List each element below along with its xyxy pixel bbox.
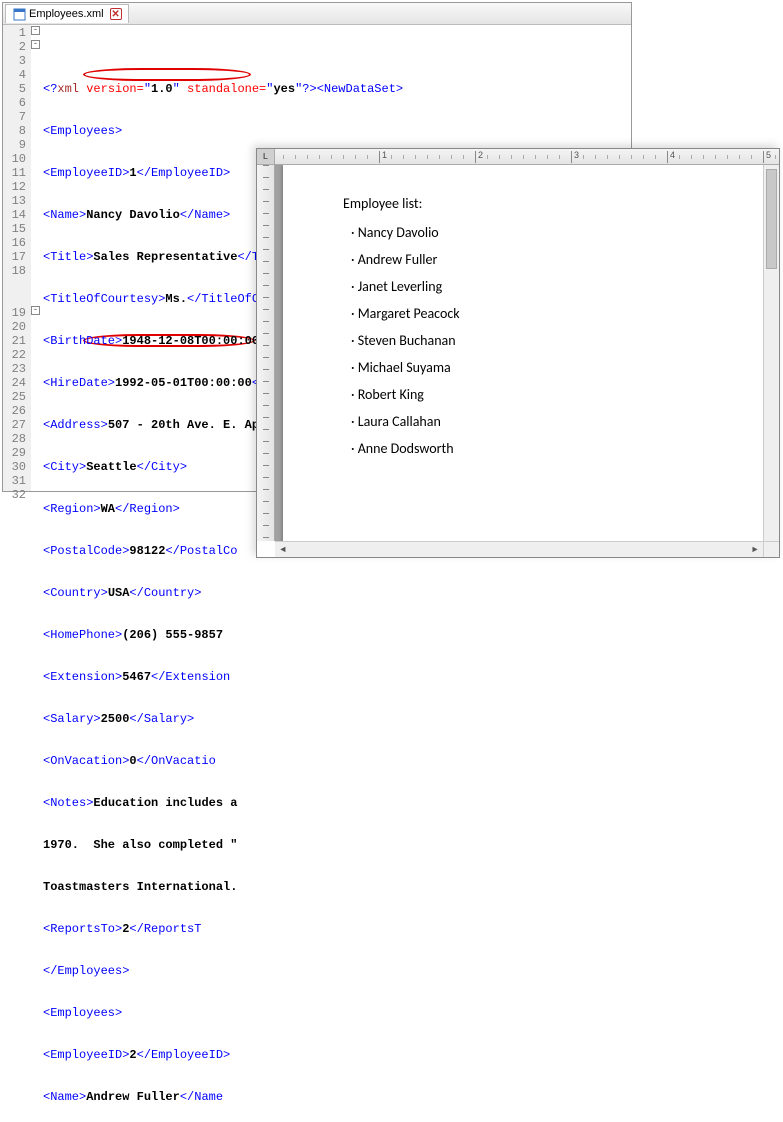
line-number: 25 [3,390,26,404]
ruler-label: 2 [478,150,483,160]
line-number: 29 [3,446,26,460]
line-number: 16 [3,236,26,250]
list-item: · Nancy Davolio [351,224,703,241]
line-number: 31 [3,474,26,488]
line-number: 22 [3,348,26,362]
ruler-label: 5 [766,150,771,160]
ruler-label: 3 [574,150,579,160]
line-number: 9 [3,138,26,152]
document-viewer-panel: L 1 2 3 4 5 Employee list: · Nancy Davolio · … [256,148,780,558]
ruler-label: 1 [382,150,387,160]
scroll-corner [763,541,779,557]
line-number: 11 [3,166,26,180]
list-item: · Anne Dodsworth [351,440,703,457]
line-number: 27 [3,418,26,432]
line-number: 17 [3,250,26,264]
line-number: 18 [3,264,26,278]
line-number: 10 [3,152,26,166]
line-number: 23 [3,362,26,376]
line-number: 28 [3,432,26,446]
list-item: · Michael Suyama [351,359,703,376]
ruler-label: 4 [670,150,675,160]
tab-bar: Employees.xml ✕ [3,3,631,25]
doc-title: Employee list: [343,195,703,212]
line-number: 7 [3,110,26,124]
document-content-area: Employee list: · Nancy Davolio · Andrew F… [275,165,763,541]
list-item: · Laura Callahan [351,413,703,430]
list-item: · Andrew Fuller [351,251,703,268]
list-item: · Margaret Peacock [351,305,703,322]
list-item: · Janet Leverling [351,278,703,295]
line-number: 19 [3,306,26,320]
list-item: · Steven Buchanan [351,332,703,349]
line-number: 1 [3,26,26,40]
line-number: 21 [3,334,26,348]
vertical-ruler [257,165,275,541]
line-number: 30 [3,460,26,474]
line-number [3,292,26,306]
line-number: 2 [3,40,26,54]
scrollbar-thumb[interactable] [766,169,777,269]
line-number: 32 [3,488,26,502]
vertical-scrollbar[interactable] [763,165,779,541]
fold-column: - - - [31,25,41,491]
tab-close-icon[interactable]: ✕ [110,8,122,20]
fold-toggle[interactable]: - [31,40,40,49]
horizontal-scrollbar[interactable]: ◄ ► [275,541,763,557]
fold-toggle[interactable]: - [31,306,40,315]
document-page: Employee list: · Nancy Davolio · Andrew F… [283,165,763,541]
line-number: 12 [3,180,26,194]
ruler-corner: L [257,149,275,165]
file-tab[interactable]: Employees.xml ✕ [5,4,129,23]
line-number: 14 [3,208,26,222]
tab-filename: Employees.xml [29,8,104,20]
line-number [3,278,26,292]
line-number: 4 [3,68,26,82]
horizontal-ruler: 1 2 3 4 5 [275,149,779,165]
line-number: 8 [3,124,26,138]
fold-toggle[interactable]: - [31,26,40,35]
scroll-left-icon[interactable]: ◄ [275,543,291,557]
line-number: 3 [3,54,26,68]
list-item: · Robert King [351,386,703,403]
line-number: 15 [3,222,26,236]
line-number: 20 [3,320,26,334]
xml-file-icon [12,7,26,21]
line-number: 6 [3,96,26,110]
scroll-right-icon[interactable]: ► [747,543,763,557]
line-number-gutter: 1234567891011121314151617181920212223242… [3,25,31,491]
line-number: 26 [3,404,26,418]
line-number: 24 [3,376,26,390]
line-number: 5 [3,82,26,96]
highlight-circle [83,68,251,81]
line-number: 13 [3,194,26,208]
